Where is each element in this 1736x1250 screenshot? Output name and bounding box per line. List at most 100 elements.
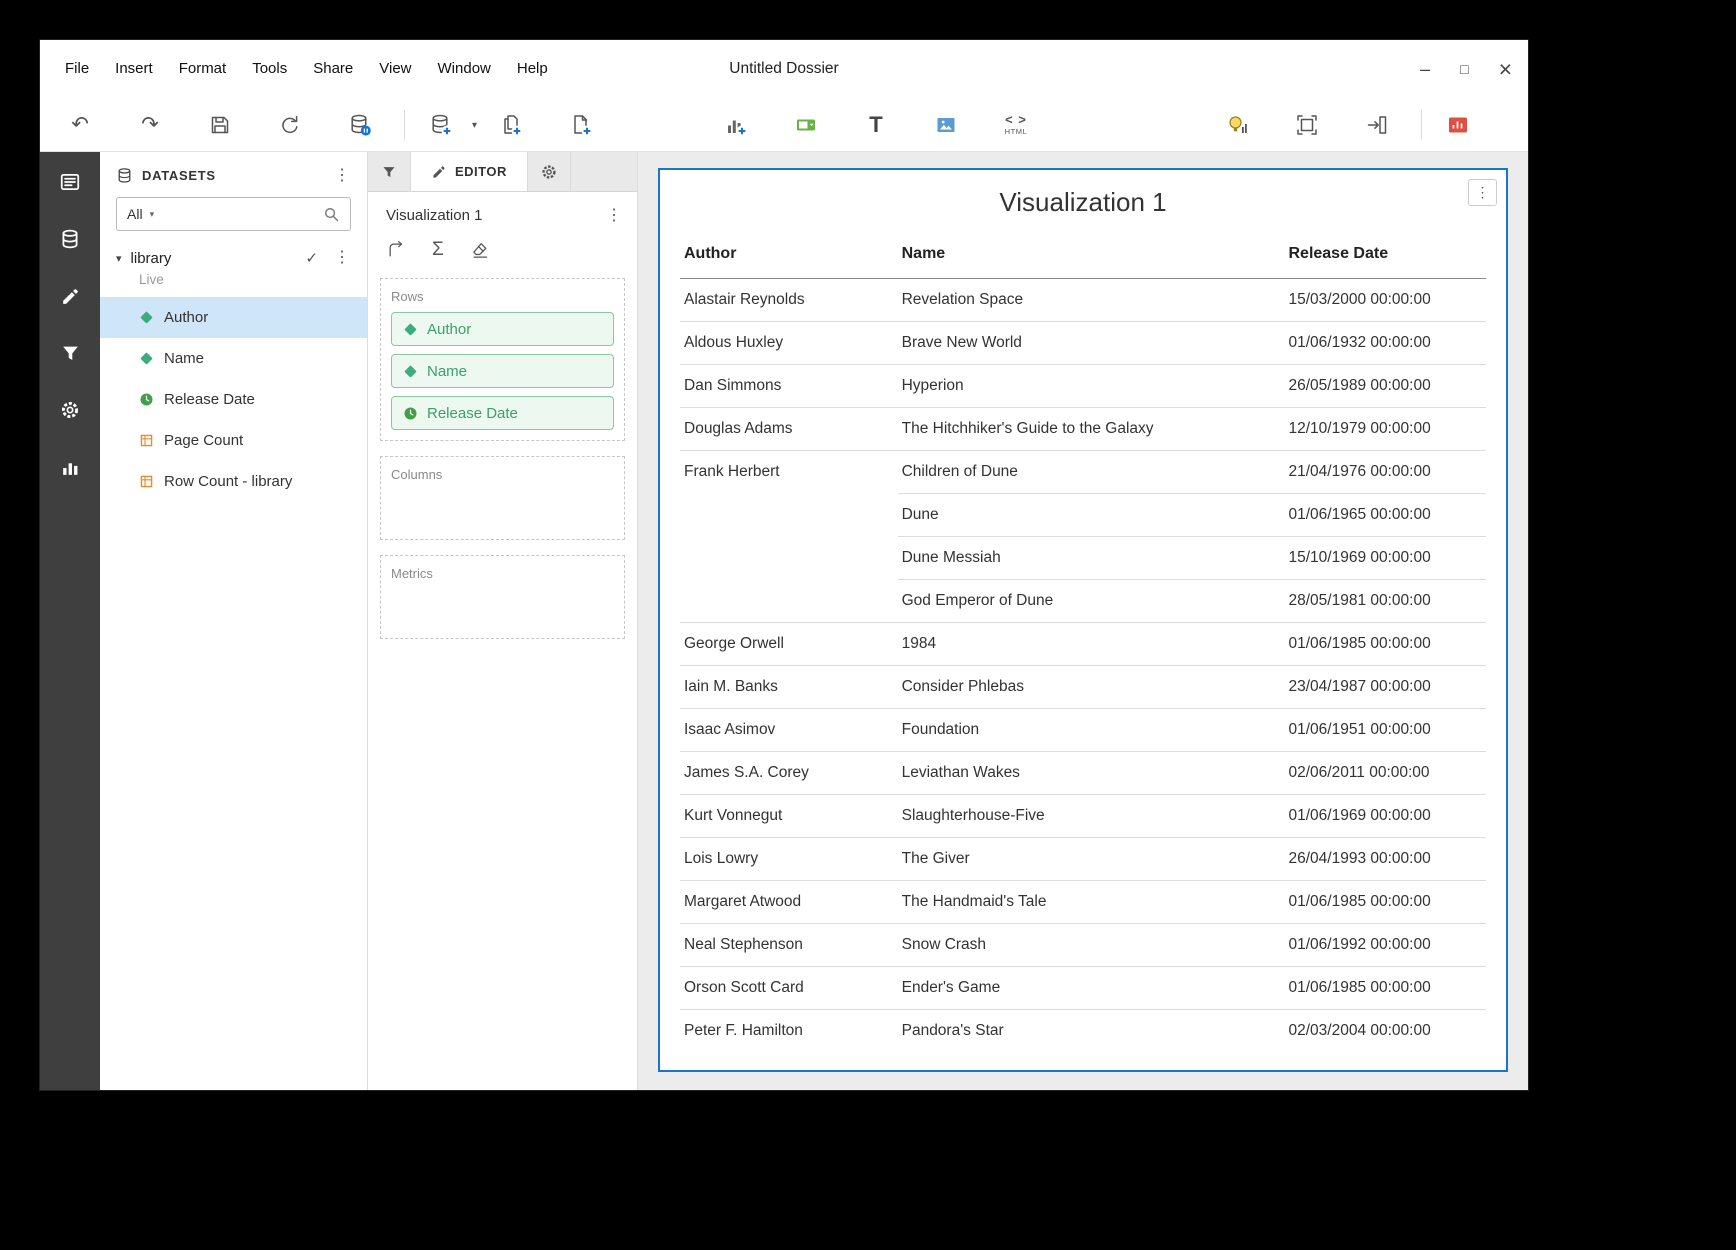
author-cell[interactable] — [680, 494, 898, 537]
name-cell[interactable]: Consider Phlebas — [898, 666, 1285, 709]
name-cell[interactable]: Slaughterhouse-Five — [898, 795, 1285, 838]
duplicate-page-button[interactable] — [491, 105, 531, 145]
visualization-menu-button[interactable]: ⋮ — [1468, 179, 1497, 206]
name-cell[interactable]: Pandora's Star — [898, 1010, 1285, 1053]
chip-author[interactable]: Author — [391, 312, 614, 346]
name-cell[interactable]: Snow Crash — [898, 924, 1285, 967]
name-cell[interactable]: The Handmaid's Tale — [898, 881, 1285, 924]
tab-filter[interactable] — [368, 152, 411, 191]
visualization-card[interactable]: ⋮ Visualization 1 AuthorNameRelease Date… — [658, 168, 1508, 1072]
eraser-button[interactable] — [470, 240, 490, 260]
field-row-count-library[interactable]: Row Count - library — [100, 461, 367, 502]
dataset-filter-search[interactable]: All ▾ — [116, 197, 351, 231]
date-cell[interactable]: 01/06/1969 00:00:00 — [1284, 795, 1486, 838]
dataset-row-library[interactable]: ▾ library ✓ ⋮ — [100, 244, 367, 269]
add-page-button[interactable] — [561, 105, 601, 145]
date-cell[interactable]: 01/06/1985 00:00:00 — [1284, 967, 1486, 1010]
name-cell[interactable]: Foundation — [898, 709, 1285, 752]
menu-file[interactable]: File — [52, 40, 102, 98]
add-image-button[interactable] — [926, 105, 966, 145]
date-cell[interactable]: 26/04/1993 00:00:00 — [1284, 838, 1486, 881]
author-cell[interactable]: Lois Lowry — [680, 838, 898, 881]
dataset-menu-button[interactable]: ⋮ — [327, 250, 357, 266]
chip-release-date[interactable]: Release Date — [391, 396, 614, 430]
dataset-status-button[interactable] — [340, 105, 380, 145]
name-cell[interactable]: Leviathan Wakes — [898, 752, 1285, 795]
author-cell[interactable]: Peter F. Hamilton — [680, 1010, 898, 1053]
author-cell[interactable]: Douglas Adams — [680, 408, 898, 451]
date-cell[interactable]: 02/03/2004 00:00:00 — [1284, 1010, 1486, 1053]
chip-name[interactable]: Name — [391, 354, 614, 388]
field-page-count[interactable]: Page Count — [100, 420, 367, 461]
collapse-panel-button[interactable] — [1357, 105, 1397, 145]
datasets-menu-button[interactable]: ⋮ — [327, 168, 357, 184]
date-cell[interactable]: 28/05/1981 00:00:00 — [1284, 580, 1486, 623]
name-cell[interactable]: The Giver — [898, 838, 1285, 881]
name-cell[interactable]: Dune — [898, 494, 1285, 537]
search-icon[interactable] — [323, 206, 340, 223]
maximize-button[interactable]: □ — [1460, 62, 1468, 76]
refresh-button[interactable] — [270, 105, 310, 145]
menu-help[interactable]: Help — [504, 40, 561, 98]
rail-filter-button[interactable] — [52, 335, 88, 371]
tab-format[interactable] — [528, 152, 571, 191]
date-cell[interactable]: 15/03/2000 00:00:00 — [1284, 279, 1486, 322]
author-cell[interactable] — [680, 580, 898, 623]
name-cell[interactable]: 1984 — [898, 623, 1285, 666]
date-cell[interactable]: 12/10/1979 00:00:00 — [1284, 408, 1486, 451]
date-cell[interactable]: 01/06/1985 00:00:00 — [1284, 623, 1486, 666]
author-cell[interactable]: Orson Scott Card — [680, 967, 898, 1010]
caret-down-icon[interactable]: ▾ — [116, 252, 122, 265]
rail-contents-button[interactable] — [52, 164, 88, 200]
add-selector-button[interactable] — [786, 105, 826, 145]
zone-rows[interactable]: RowsAuthorNameRelease Date — [380, 278, 625, 441]
author-cell[interactable]: Neal Stephenson — [680, 924, 898, 967]
field-author[interactable]: Author — [100, 297, 367, 338]
author-cell[interactable]: Kurt Vonnegut — [680, 795, 898, 838]
menu-window[interactable]: Window — [425, 40, 504, 98]
author-cell[interactable]: Iain M. Banks — [680, 666, 898, 709]
date-cell[interactable]: 01/06/1985 00:00:00 — [1284, 881, 1486, 924]
date-cell[interactable]: 21/04/1976 00:00:00 — [1284, 451, 1486, 494]
date-cell[interactable]: 01/06/1965 00:00:00 — [1284, 494, 1486, 537]
menu-format[interactable]: Format — [166, 40, 240, 98]
name-cell[interactable]: The Hitchhiker's Guide to the Galaxy — [898, 408, 1285, 451]
save-button[interactable] — [200, 105, 240, 145]
date-cell[interactable]: 01/06/1951 00:00:00 — [1284, 709, 1486, 752]
add-data-button[interactable]: ▾ — [421, 105, 461, 145]
author-cell[interactable]: George Orwell — [680, 623, 898, 666]
sigma-button[interactable]: Σ — [432, 239, 444, 261]
present-button[interactable] — [1438, 105, 1478, 145]
name-cell[interactable]: Children of Dune — [898, 451, 1285, 494]
minimize-button[interactable]: – — [1420, 60, 1430, 78]
name-cell[interactable]: Hyperion — [898, 365, 1285, 408]
date-cell[interactable]: 15/10/1969 00:00:00 — [1284, 537, 1486, 580]
add-text-button[interactable]: T — [856, 105, 896, 145]
date-cell[interactable]: 01/06/1992 00:00:00 — [1284, 924, 1486, 967]
menu-insert[interactable]: Insert — [102, 40, 166, 98]
column-header-release-date[interactable]: Release Date — [1284, 231, 1486, 279]
menu-view[interactable]: View — [366, 40, 424, 98]
editor-menu-button[interactable]: ⋮ — [599, 208, 629, 224]
column-header-author[interactable]: Author — [680, 231, 898, 279]
column-header-name[interactable]: Name — [898, 231, 1285, 279]
tab-editor[interactable]: EDITOR — [411, 152, 528, 191]
menu-tools[interactable]: Tools — [239, 40, 300, 98]
author-cell[interactable]: Isaac Asimov — [680, 709, 898, 752]
add-html-button[interactable]: < >HTML — [996, 105, 1036, 145]
close-button[interactable]: × — [1499, 58, 1512, 81]
undo-button[interactable]: ↶ — [60, 105, 100, 145]
author-cell[interactable]: Margaret Atwood — [680, 881, 898, 924]
menu-share[interactable]: Share — [300, 40, 366, 98]
zone-metrics[interactable]: Metrics — [380, 555, 625, 639]
name-cell[interactable]: God Emperor of Dune — [898, 580, 1285, 623]
redo-button[interactable]: ↷ — [130, 105, 170, 145]
rail-settings-button[interactable] — [52, 392, 88, 428]
date-cell[interactable]: 26/05/1989 00:00:00 — [1284, 365, 1486, 408]
date-cell[interactable]: 01/06/1932 00:00:00 — [1284, 322, 1486, 365]
name-cell[interactable]: Revelation Space — [898, 279, 1285, 322]
dossier-canvas[interactable]: ⋮ Visualization 1 AuthorNameRelease Date… — [638, 152, 1528, 1090]
field-release-date[interactable]: Release Date — [100, 379, 367, 420]
author-cell[interactable] — [680, 537, 898, 580]
name-cell[interactable]: Ender's Game — [898, 967, 1285, 1010]
